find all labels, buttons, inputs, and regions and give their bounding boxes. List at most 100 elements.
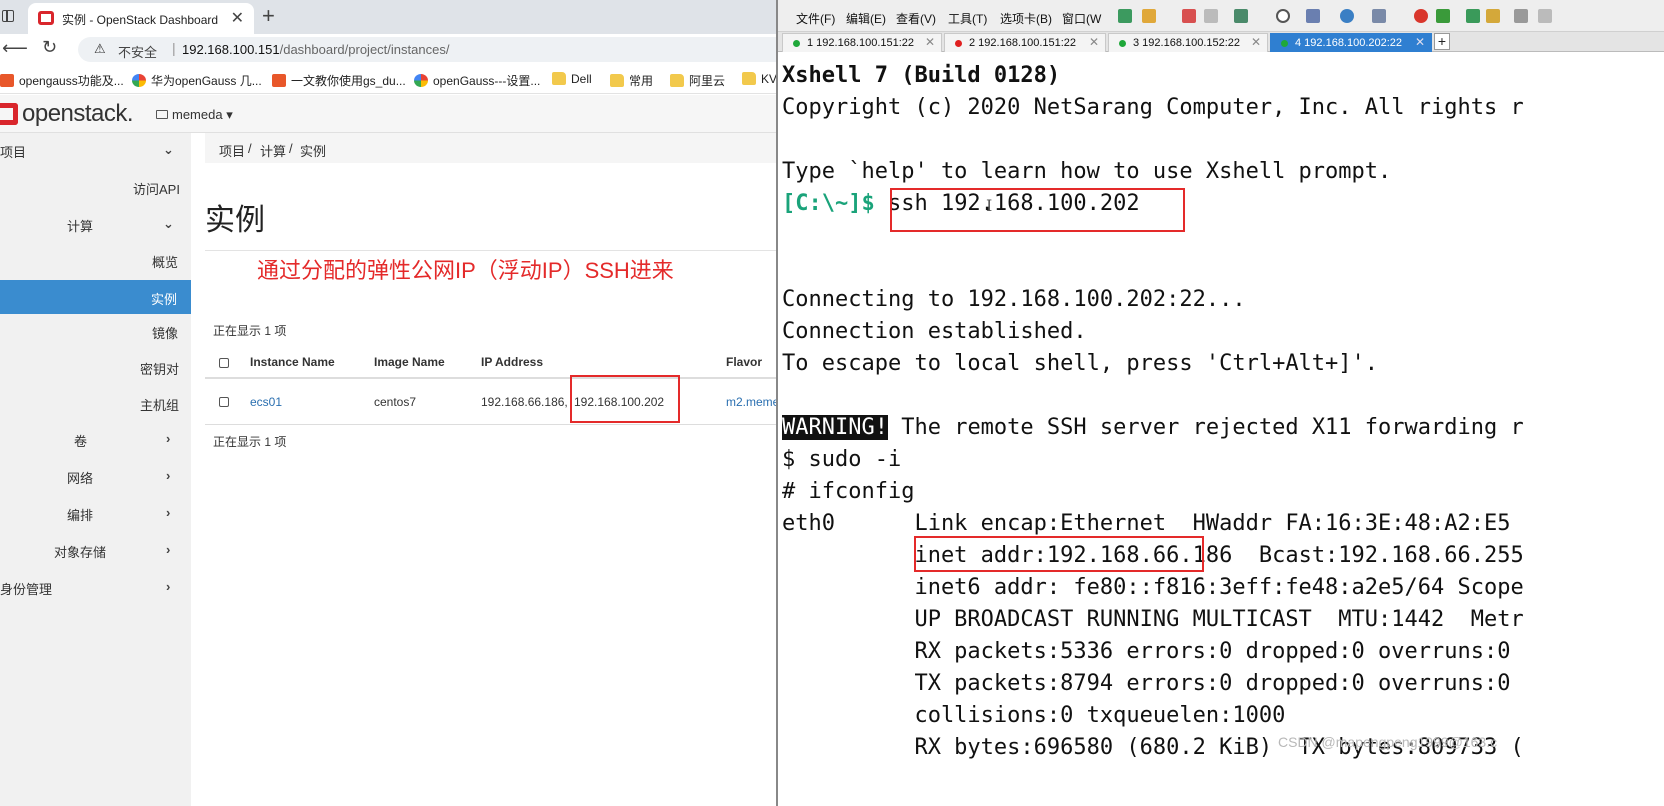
column-header[interactable]: Flavor: [726, 355, 762, 369]
bookmark-folder[interactable]: Dell: [552, 72, 592, 86]
sidebar-item-network[interactable]: 网络: [67, 468, 93, 487]
sidebar-item-identity[interactable]: 身份管理: [0, 579, 52, 598]
sidebar-item-orchestration[interactable]: 编排: [67, 505, 93, 524]
breadcrumb-compute[interactable]: 计算: [260, 141, 286, 160]
bookmark-folder[interactable]: 常用: [610, 72, 653, 89]
sidebar-item-compute[interactable]: 计算: [67, 216, 93, 235]
reconnect-icon[interactable]: [1204, 9, 1218, 23]
chevron-right-icon[interactable]: ›: [166, 542, 170, 557]
close-tab-icon[interactable]: ✕: [231, 8, 244, 28]
sidebar-item-server-groups[interactable]: 主机组: [140, 395, 179, 414]
reload-icon[interactable]: ↻: [42, 37, 57, 58]
chevron-down-icon[interactable]: ⌄: [163, 142, 174, 158]
bookmark-item[interactable]: 一文教你使用gs_du...: [272, 72, 406, 89]
terminal-line: Connection established.: [782, 319, 1087, 344]
sidebar-item-images[interactable]: 镜像: [152, 323, 178, 342]
close-icon[interactable]: ✕: [1415, 35, 1425, 49]
flavor-link[interactable]: m2.meme: [726, 395, 776, 409]
row-checkbox[interactable]: [219, 397, 229, 407]
close-icon[interactable]: ✕: [1251, 35, 1261, 49]
site-icon: [414, 74, 428, 87]
add-tab-button[interactable]: +: [1434, 33, 1450, 50]
terminal-line: collisions:0 txqueuelen:1000: [782, 703, 1286, 728]
openstack-header: openstack. memeda ▾: [0, 95, 776, 133]
xagent-icon[interactable]: [1436, 9, 1450, 23]
session-tab-1[interactable]: 1 192.168.100.151:22 ✕: [782, 33, 942, 52]
keyboard-icon[interactable]: [1514, 9, 1528, 23]
items-count: 正在显示 1 项: [213, 324, 287, 338]
chevron-right-icon[interactable]: ›: [166, 468, 170, 483]
chevron-down-icon[interactable]: ⌄: [163, 216, 174, 232]
breadcrumb-project[interactable]: 项目: [219, 141, 245, 160]
instance-name-link[interactable]: ecs01: [250, 395, 282, 409]
sidebar-toggle-icon[interactable]: [2, 10, 14, 22]
browser-tab-active[interactable]: 实例 - OpenStack Dashboard ✕: [28, 3, 254, 34]
project-selector[interactable]: memeda ▾: [156, 107, 233, 123]
sidebar-item-volumes[interactable]: 卷: [74, 431, 87, 450]
chevron-right-icon[interactable]: ›: [166, 505, 170, 520]
address-bar[interactable]: ⚠ 不安全 | 192.168.100.151/dashboard/projec…: [78, 37, 776, 62]
menu-window[interactable]: 窗口(W: [1062, 10, 1101, 27]
column-header[interactable]: Instance Name: [250, 355, 335, 369]
insecure-label[interactable]: 不安全: [118, 42, 157, 61]
folder-icon: [552, 72, 566, 85]
connected-status-icon: [793, 40, 800, 47]
session-tab-2[interactable]: 2 192.168.100.151:22 ✕: [944, 33, 1106, 52]
openstack-logo[interactable]: openstack.: [22, 100, 134, 128]
items-count: 正在显示 1 项: [213, 435, 287, 449]
font-icon[interactable]: [1372, 9, 1386, 23]
column-header[interactable]: IP Address: [481, 355, 543, 369]
session-tab-3[interactable]: 3 192.168.100.152:22 ✕: [1108, 33, 1268, 52]
bookmark-item[interactable]: opengauss功能及...: [0, 72, 124, 89]
bookmark-item[interactable]: openGauss---设置...: [414, 72, 540, 89]
url-text[interactable]: 192.168.100.151/dashboard/project/instan…: [182, 42, 449, 57]
search-icon[interactable]: [1276, 9, 1290, 23]
site-icon: [132, 74, 146, 87]
chevron-right-icon[interactable]: ›: [166, 579, 170, 594]
close-icon[interactable]: ✕: [925, 35, 935, 49]
close-icon[interactable]: ✕: [1089, 35, 1099, 49]
properties-icon[interactable]: [1234, 9, 1248, 23]
bookmark-folder[interactable]: KV: [742, 72, 776, 86]
sidebar-item-project[interactable]: 项目: [0, 142, 26, 161]
csdn-icon: [272, 74, 286, 87]
menu-file[interactable]: 文件(F): [796, 10, 835, 27]
session-tab-label: 2 192.168.100.151:22: [969, 37, 1077, 49]
menu-tools[interactable]: 工具(T): [948, 10, 987, 27]
back-arrow-icon[interactable]: ⟵: [2, 38, 28, 59]
column-header[interactable]: Image Name: [374, 355, 445, 369]
bookmark-item[interactable]: 华为openGauss 几...: [132, 72, 262, 89]
url-divider: |: [172, 40, 176, 56]
new-tab-button[interactable]: +: [262, 3, 275, 29]
xshell-session-tabs: 1 192.168.100.151:22 ✕ 2 192.168.100.151…: [778, 32, 1664, 52]
sidebar-item-keypairs[interactable]: 密钥对: [140, 359, 179, 378]
fullscreen-icon[interactable]: [1466, 9, 1480, 23]
globe-icon[interactable]: [1340, 9, 1354, 23]
warning-triangle-icon[interactable]: ⚠: [94, 41, 106, 57]
xftp-icon[interactable]: [1414, 9, 1428, 23]
menu-edit[interactable]: 编辑(E): [846, 10, 886, 27]
layout-icon[interactable]: [1306, 9, 1320, 23]
terminal[interactable]: Xshell 7 (Build 0128) Copyright (c) 2020…: [778, 54, 1664, 806]
sidebar-item-instances[interactable]: 实例: [0, 280, 191, 314]
disconnect-icon[interactable]: [1182, 9, 1196, 23]
session-tab-4[interactable]: 4 192.168.100.202:22 ✕: [1270, 33, 1432, 52]
new-session-icon[interactable]: [1118, 9, 1132, 23]
image-name: centos7: [374, 395, 417, 409]
folder-icon: [670, 74, 684, 87]
lock-icon[interactable]: [1486, 9, 1500, 23]
disconnected-status-icon: [955, 40, 962, 47]
open-folder-icon[interactable]: [1142, 9, 1156, 23]
terminal-line: Xshell 7 (Build 0128): [782, 63, 1061, 88]
sidebar-item-overview[interactable]: 概览: [152, 252, 178, 271]
text-cursor-icon: I: [986, 196, 993, 215]
bookmark-folder[interactable]: 阿里云: [670, 72, 725, 89]
sidebar-item-object-store[interactable]: 对象存储: [54, 542, 106, 561]
chevron-right-icon[interactable]: ›: [166, 431, 170, 446]
sidebar-item-api-access[interactable]: 访问API: [133, 179, 180, 198]
comment-icon[interactable]: [1538, 9, 1552, 23]
menu-tabs[interactable]: 选项卡(B): [1000, 10, 1052, 27]
menu-view[interactable]: 查看(V): [896, 10, 936, 27]
browser-tab-strip: 实例 - OpenStack Dashboard ✕ +: [0, 0, 776, 34]
select-all-checkbox[interactable]: [219, 358, 229, 368]
